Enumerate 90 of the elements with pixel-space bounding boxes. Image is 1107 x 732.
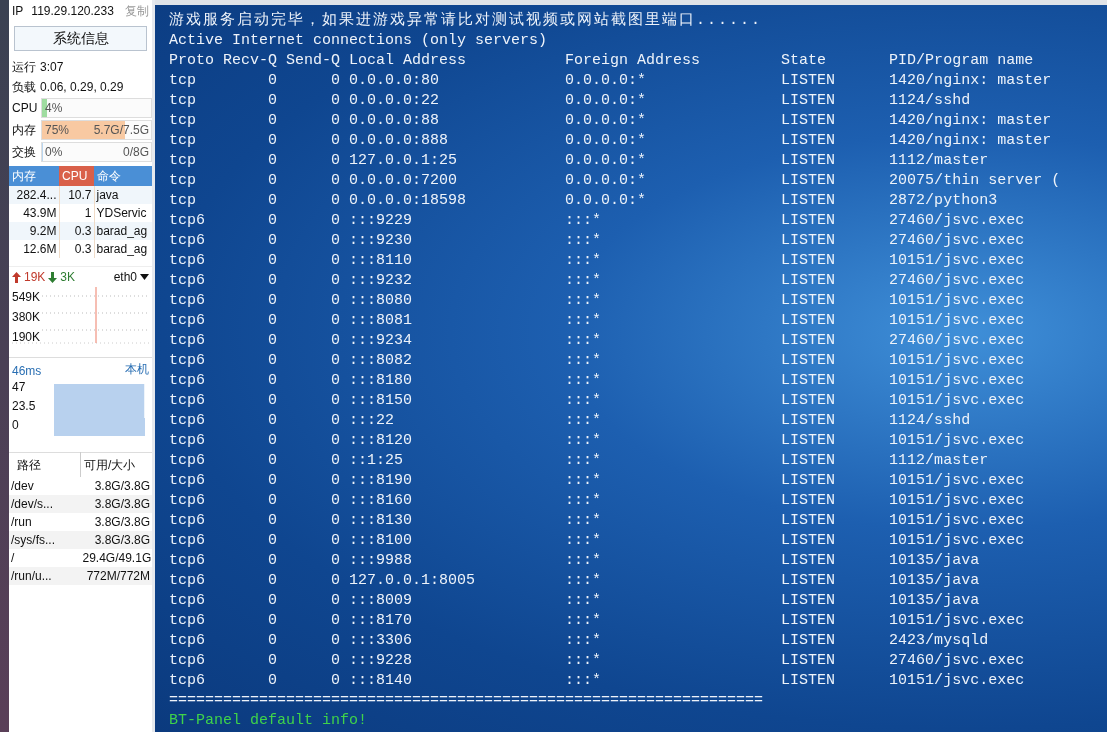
table-cell: 3.8G/3.8G <box>80 477 152 495</box>
terminal-line: tcp6 0 0 :::3306 :::* LISTEN 2423/mysqld <box>169 631 990 651</box>
table-cell: 772M/772M <box>80 567 152 585</box>
column-header[interactable]: 路径 <box>9 452 81 477</box>
terminal-line: tcp6 0 0 :::9229 :::* LISTEN 27460/jsvc.exec <box>169 211 1026 231</box>
table-cell: / <box>9 549 81 567</box>
terminal-line: tcp 0 0 0.0.0.0:7200 0.0.0.0:* LISTEN 20075/thin server ( <box>169 171 1062 191</box>
axis-label: 0 <box>12 418 20 432</box>
table-cell: 282.4... <box>9 186 59 204</box>
down-arrow-icon <box>48 271 58 283</box>
table-cell: 3.8G/3.8G <box>80 495 152 513</box>
axis-label: 190K <box>12 330 42 344</box>
meter-percent: 4% <box>45 101 63 115</box>
table-cell: /dev <box>9 477 81 495</box>
table-cell: 10.7 <box>59 186 94 204</box>
ip-address: 119.29.120.233 <box>31 4 114 18</box>
terminal-line: Proto Recv-Q Send-Q Local Address Foreign Address State PID/Program name <box>169 51 1035 71</box>
terminal-line: tcp6 0 0 :::8082 :::* LISTEN 10151/jsvc.exec <box>169 351 1026 371</box>
terminal-line: tcp6 0 0 :::9234 :::* LISTEN 27460/jsvc.exec <box>169 331 1026 351</box>
terminal-line: tcp6 0 0 :::8100 :::* LISTEN 10151/jsvc.exec <box>169 531 1026 551</box>
interface-select[interactable]: eth0 <box>113 270 149 284</box>
table-cell: 9.2M <box>9 222 59 240</box>
table-cell: /run <box>9 513 81 531</box>
latency-value: 46ms <box>12 364 42 378</box>
terminal-line: tcp6 0 0 :::9232 :::* LISTEN 27460/jsvc.exec <box>169 271 1026 291</box>
column-header[interactable]: CPU <box>59 166 94 186</box>
table-cell: /dev/s... <box>9 495 81 513</box>
axis-label: 549K <box>12 290 42 304</box>
latency-target: 本机 <box>125 361 149 378</box>
terminal-line: tcp6 0 0 ::1:25 :::* LISTEN 1112/master <box>169 451 990 471</box>
axis-label: 380K <box>12 310 42 324</box>
meter-percent: 0% <box>45 145 63 159</box>
table-cell: 3.8G/3.8G <box>80 513 152 531</box>
table-cell: 29.4G/49.1G <box>80 549 152 567</box>
table-cell: 0.3 <box>59 240 94 258</box>
up-arrow-icon <box>12 271 21 283</box>
axis-label: 23.5 <box>12 399 37 413</box>
terminal-line: tcp6 0 0 :::8160 :::* LISTEN 10151/jsvc.exec <box>169 491 1026 511</box>
terminal-line: tcp6 0 0 :::9988 :::* LISTEN 10135/java <box>169 551 981 571</box>
terminal-line: tcp6 0 0 :::8140 :::* LISTEN 10151/jsvc.exec <box>169 671 1026 691</box>
terminal-line: BT-Panel default info! <box>169 711 369 731</box>
terminal-line: tcp6 0 0 :::8170 :::* LISTEN 10151/jsvc.exec <box>169 611 1026 631</box>
table-cell: 0.3 <box>59 222 94 240</box>
meter-label: 内存 <box>12 121 37 139</box>
meter-detail: 0/8G <box>123 145 149 159</box>
terminal-line: tcp 0 0 0.0.0.0:18598 0.0.0.0:* LISTEN 2872/python3 <box>169 191 999 211</box>
stat-value: 0.06, 0.29, 0.29 <box>40 80 124 94</box>
meter-label: 交换 <box>12 143 37 161</box>
interface-name: eth0 <box>113 270 137 284</box>
terminal-line: tcp6 0 0 :::8190 :::* LISTEN 10151/jsvc.exec <box>169 471 1026 491</box>
stat-label: 运行 <box>12 58 36 76</box>
axis-label: 47 <box>12 380 27 394</box>
terminal-line: tcp6 0 0 :::8081 :::* LISTEN 10151/jsvc.exec <box>169 311 1026 331</box>
terminal-line: ================================================================== <box>169 691 765 711</box>
terminal-line: tcp6 0 0 :::8120 :::* LISTEN 10151/jsvc.exec <box>169 431 1026 451</box>
system-info-button[interactable]: 系统信息 <box>14 26 147 51</box>
terminal-line: tcp 0 0 0.0.0.0:80 0.0.0.0:* LISTEN 1420/nginx: master <box>169 71 1053 91</box>
stat-value: 3:07 <box>40 60 64 74</box>
terminal-line: tcp 0 0 0.0.0.0:22 0.0.0.0:* LISTEN 1124/sshd <box>169 91 972 111</box>
terminal-line: tcp6 0 0 :::8110 :::* LISTEN 10151/jsvc.exec <box>169 251 1026 271</box>
column-header[interactable]: 可用/大小 <box>80 452 152 477</box>
terminal-line: 游戏服务启动完毕，如果进游戏异常请比对测试视频或网站截图里端口...... <box>169 11 763 31</box>
table-cell: /run/u... <box>9 567 81 585</box>
terminal-line: tcp 0 0 127.0.0.1:25 0.0.0.0:* LISTEN 1112/master <box>169 151 990 171</box>
terminal-line: tcp6 0 0 :::8130 :::* LISTEN 10151/jsvc.exec <box>169 511 1026 531</box>
terminal-line: tcp6 0 0 :::8080 :::* LISTEN 10151/jsvc.exec <box>169 291 1026 311</box>
table-cell: java <box>94 186 152 204</box>
ip-label: IP <box>12 4 24 18</box>
terminal-line: tcp 0 0 0.0.0.0:888 0.0.0.0:* LISTEN 1420/nginx: master <box>169 131 1053 151</box>
table-cell: /sys/fs... <box>9 531 81 549</box>
caret-icon <box>140 274 149 280</box>
meter-label: CPU <box>12 101 38 115</box>
table-cell: barad_ag <box>94 240 152 258</box>
download-rate: 3K <box>60 270 76 284</box>
meter-percent: 75% <box>45 123 70 137</box>
terminal-line: tcp6 0 0 :::9228 :::* LISTEN 27460/jsvc.exec <box>169 651 1026 671</box>
terminal-line: tcp6 0 0 :::9230 :::* LISTEN 27460/jsvc.exec <box>169 231 1026 251</box>
terminal-line: Active Internet connections (only servers) <box>169 31 549 51</box>
meter-detail: 5.7G/7.5G <box>93 123 149 137</box>
terminal-line: tcp6 0 0 :::8150 :::* LISTEN 10151/jsvc.exec <box>169 391 1026 411</box>
table-cell: 12.6M <box>9 240 59 258</box>
table-cell: barad_ag <box>94 222 152 240</box>
terminal-line: tcp6 0 0 :::8009 :::* LISTEN 10135/java <box>169 591 981 611</box>
table-cell: 3.8G/3.8G <box>80 531 152 549</box>
terminal-line: tcp 0 0 0.0.0.0:88 0.0.0.0:* LISTEN 1420/nginx: master <box>169 111 1053 131</box>
upload-rate: 19K <box>24 270 46 284</box>
stat-label: 负载 <box>12 78 36 96</box>
terminal-line: tcp6 0 0 127.0.0.1:8005 :::* LISTEN 10135/java <box>169 571 981 591</box>
terminal-line: tcp6 0 0 :::8180 :::* LISTEN 10151/jsvc.exec <box>169 371 1026 391</box>
terminal-line: tcp6 0 0 :::22 :::* LISTEN 1124/sshd <box>169 411 972 431</box>
